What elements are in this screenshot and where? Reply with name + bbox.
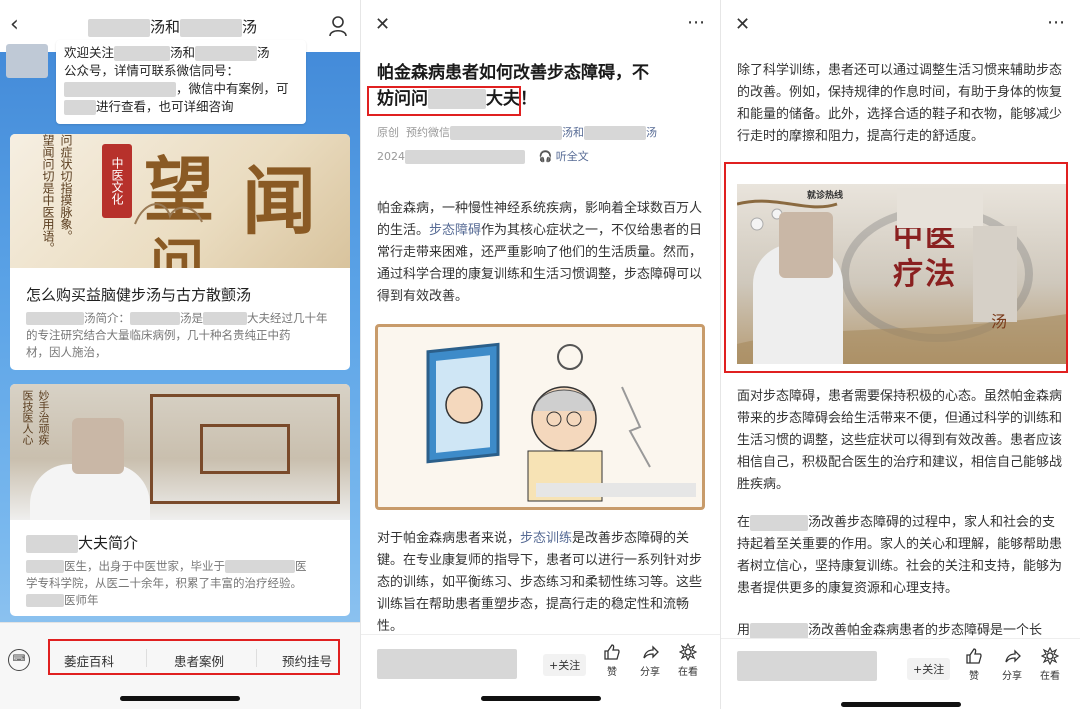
wow-button[interactable]: 在看 <box>673 643 703 678</box>
article-panel: ✕ ⋯ 帕金森病患者如何改善步态障碍，不 妨问问 大夫！ 原创 预约微信 汤和汤 2… <box>360 0 720 709</box>
menu-highlight-box: 萎症百科 患者案例 预约挂号 <box>48 639 340 675</box>
follow-button[interactable]: +关注 <box>543 654 587 676</box>
blurred-face <box>72 418 124 474</box>
article-title[interactable]: 怎么购买益脑健步汤与古方散颤汤 <box>26 284 251 305</box>
image-vertical-text: 妙手治顽疾 <box>37 390 50 445</box>
home-indicator <box>120 696 240 701</box>
culture-tag: 中医文化 <box>102 144 132 218</box>
article-action-bar: +关注 赞 分享 在看 <box>361 634 720 709</box>
listen-button[interactable]: 🎧 听全文 <box>539 150 589 163</box>
wow-button[interactable]: 在看 <box>1035 647 1065 682</box>
article-paragraph: 除了科学训练，患者还可以通过调整生活习惯来辅助步态的改善。例如，保持规律的作息时… <box>737 63 1063 144</box>
doctor-photo: 妙手治顽疾 医技医人心 <box>10 384 350 520</box>
cloud-decoration-icon <box>134 203 203 225</box>
image-vertical-text: 医技医人心 <box>21 390 34 445</box>
article-action-bar: +关注 赞 分享 在看 <box>721 638 1080 709</box>
flower-icon <box>1041 647 1059 665</box>
article-date-row: 2024 🎧 听全文 <box>377 150 589 164</box>
article-continued-panel: ✕ ⋯ 除了科学训练，患者还可以通过调整生活习惯来辅助步态的改善。例如，保持规律… <box>720 0 1080 709</box>
welcome-message-bubble: 欢迎关注 汤和汤 公众号，详情可联系微信同号： ，微信中有案例，可 进行查看，也可… <box>56 40 306 124</box>
share-button[interactable]: 分享 <box>997 647 1027 682</box>
welcome-line: 公众号，详情可联系微信同号： <box>64 63 240 78</box>
image-big-char: 闻 <box>242 159 316 245</box>
title-text-a: 汤和 <box>150 18 181 36</box>
menu-divider <box>146 649 147 667</box>
avatar[interactable] <box>6 44 48 78</box>
account-menu-bar: ⌨ 萎症百科 患者案例 预约挂号 <box>0 622 360 709</box>
home-indicator <box>841 702 961 707</box>
user-profile-icon[interactable] <box>328 15 348 37</box>
close-icon[interactable]: ✕ <box>375 14 390 35</box>
menu-item-appointment[interactable]: 预约挂号 <box>282 651 332 670</box>
article-meta: 原创 预约微信 汤和汤 <box>377 126 657 140</box>
like-button[interactable]: 赞 <box>597 643 627 678</box>
share-icon <box>643 645 659 659</box>
article-card[interactable]: 望闻问切是中医用语。 问症状切指摸脉象。 中医文化 望 闻 问 怎么购买益脑健步… <box>10 134 350 370</box>
blurred-account-name <box>737 651 877 681</box>
close-icon[interactable]: ✕ <box>735 14 750 35</box>
like-button[interactable]: 赞 <box>959 647 989 682</box>
thumbs-up-icon <box>966 648 982 664</box>
flower-icon <box>679 643 697 661</box>
gait-disorder-link[interactable]: 步态障碍 <box>429 223 481 238</box>
doctor-intro-title[interactable]: 大夫简介 <box>26 532 138 553</box>
gait-training-link[interactable]: 步态训练 <box>520 531 572 546</box>
welcome-line: 进行查看，也可详细咨询 <box>64 98 298 116</box>
article-paragraph: 在汤改善步态障碍的过程中，家人和社会的支持起着至关重要的作用。家人的关心和理解，… <box>737 514 1063 596</box>
official-account-panel: ‹ 汤和 汤 欢迎关注 汤和汤 公众号，详情可联系微信同号： ，微信中有案例，可 进… <box>0 0 360 709</box>
blurred-account-name <box>377 649 517 679</box>
shelf-decoration <box>200 424 290 474</box>
article-description: 汤简介： 汤是 大夫经过几十年 的专注研究结合大量临床病例，几十种名贵纯正中药 材，… <box>26 311 328 359</box>
welcome-line: ，微信中有案例，可 <box>64 80 298 98</box>
article-paragraph: 对于帕金森病患者来说，步态训练是改善步态障碍的关键。在专业康复师的指导下，患者可… <box>377 531 703 634</box>
home-indicator <box>481 696 601 701</box>
blurred-name <box>180 18 243 37</box>
more-options-icon[interactable]: ⋯ <box>687 12 706 33</box>
share-icon <box>1005 649 1021 663</box>
menu-item-patient-cases[interactable]: 患者案例 <box>174 651 224 670</box>
menu-divider <box>256 649 257 667</box>
image-highlight-box <box>724 162 1068 373</box>
account-title: 汤和 汤 <box>88 16 257 37</box>
title-highlight-box <box>367 86 521 116</box>
article-illustration <box>375 324 705 510</box>
keyboard-icon[interactable]: ⌨ <box>8 649 30 671</box>
image-vertical-text: 望闻问切是中医用语。 <box>41 134 55 254</box>
blurred-name <box>88 18 150 37</box>
worried-elderly-illustration <box>426 342 696 502</box>
back-arrow-icon[interactable]: ‹ <box>10 13 30 37</box>
image-vertical-text: 问症状切指摸脉象。 <box>59 134 73 242</box>
article-paragraph: 帕金森病，一种慢性神经系统疾病，影响着全球数百万人的生活。步态障碍作为其核心症状… <box>377 201 703 304</box>
welcome-line: 欢迎关注 汤和汤 <box>64 45 270 61</box>
thumbs-up-icon <box>604 644 620 660</box>
doctor-intro-description: 医生，出身于中医世家，毕业于医 学专科学院，从医二十余年，积累了丰富的治疗经验。… <box>26 559 307 607</box>
menu-item-disease-wiki[interactable]: 萎症百科 <box>64 651 114 670</box>
more-options-icon[interactable]: ⋯ <box>1047 12 1066 33</box>
title-text-b: 汤 <box>242 18 258 36</box>
article-paragraph: 面对步态障碍，患者需要保持积极的心态。虽然帕金森病带来的步态障碍会给生活带来不便… <box>737 389 1063 492</box>
doctor-intro-card[interactable]: 妙手治顽疾 医技医人心 大夫简介 医生，出身于中医世家，毕业于医 学专科学院，从… <box>10 384 350 616</box>
article-cover-image: 望闻问切是中医用语。 问症状切指摸脉象。 中医文化 望 闻 问 <box>10 134 350 268</box>
share-button[interactable]: 分享 <box>635 643 665 678</box>
follow-button[interactable]: +关注 <box>907 658 951 680</box>
